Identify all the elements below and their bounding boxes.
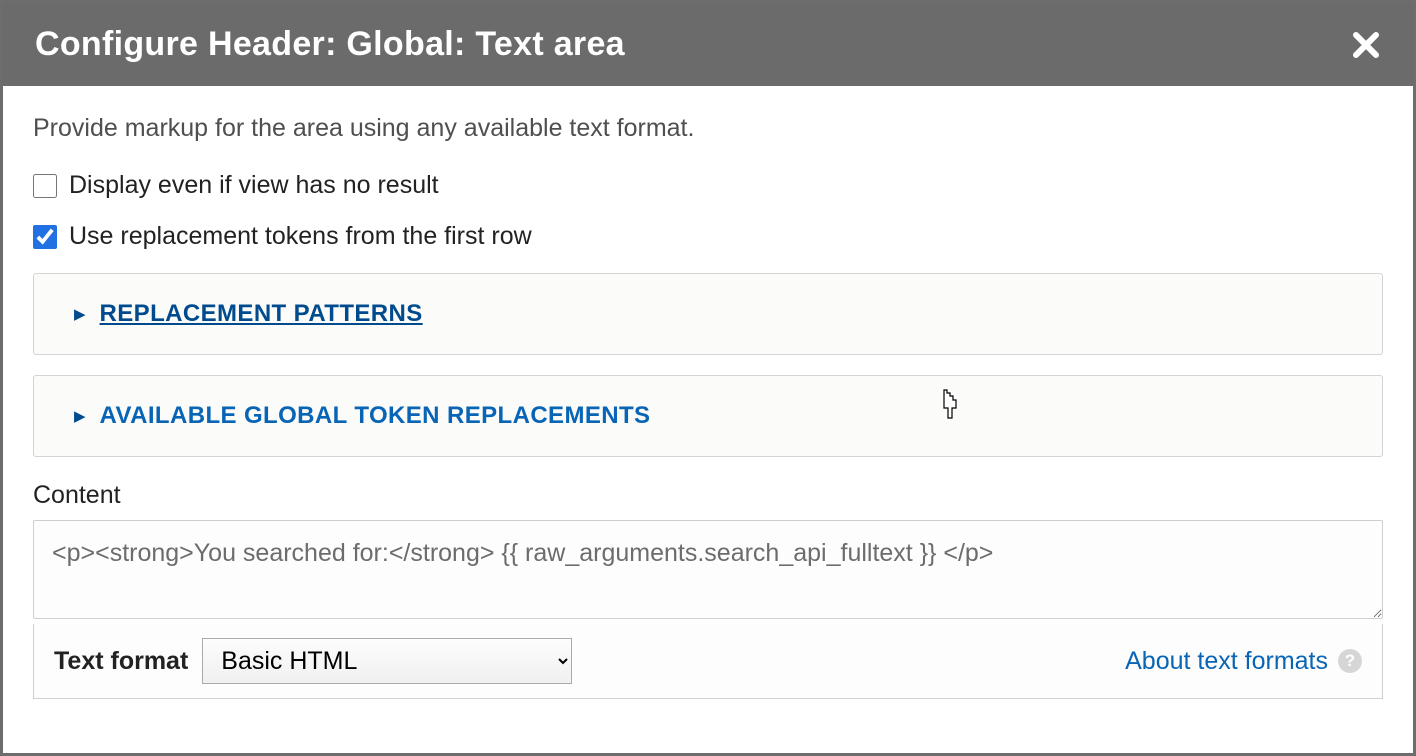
content-textarea[interactable]	[33, 520, 1383, 619]
checkbox-use-tokens-label: Use replacement tokens from the first ro…	[69, 222, 532, 251]
checkbox-display-empty-label: Display even if view has no result	[69, 171, 439, 200]
checkbox-display-empty-input[interactable]	[33, 174, 57, 198]
content-label: Content	[33, 481, 1383, 510]
description-text: Provide markup for the area using any av…	[33, 114, 1383, 143]
checkbox-use-tokens-input[interactable]	[33, 225, 57, 249]
checkbox-display-empty[interactable]: Display even if view has no result	[33, 171, 1383, 200]
checkbox-use-tokens[interactable]: Use replacement tokens from the first ro…	[33, 222, 1383, 251]
text-format-label: Text format	[54, 647, 188, 676]
details-replacement-patterns-label: REPLACEMENT PATTERNS	[100, 300, 423, 328]
about-text-formats-label: About text formats	[1125, 647, 1328, 676]
close-button[interactable]	[1351, 30, 1381, 60]
help-icon: ?	[1338, 649, 1362, 673]
dialog: Configure Header: Global: Text area Prov…	[0, 0, 1416, 756]
dialog-title: Configure Header: Global: Text area	[35, 25, 625, 64]
close-icon	[1351, 30, 1381, 60]
text-format-select[interactable]: Basic HTML	[202, 638, 572, 684]
details-global-tokens-label: AVAILABLE GLOBAL TOKEN REPLACEMENTS	[100, 402, 651, 430]
chevron-right-icon: ▶	[74, 409, 86, 424]
chevron-right-icon: ▶	[74, 307, 86, 322]
dialog-header: Configure Header: Global: Text area	[3, 3, 1413, 86]
details-global-tokens[interactable]: ▶ AVAILABLE GLOBAL TOKEN REPLACEMENTS	[33, 375, 1383, 457]
details-replacement-patterns[interactable]: ▶ REPLACEMENT PATTERNS	[33, 273, 1383, 355]
about-text-formats-link[interactable]: About text formats ?	[1125, 647, 1362, 676]
dialog-body: Provide markup for the area using any av…	[3, 86, 1413, 699]
text-format-row: Text format Basic HTML About text format…	[33, 624, 1383, 699]
